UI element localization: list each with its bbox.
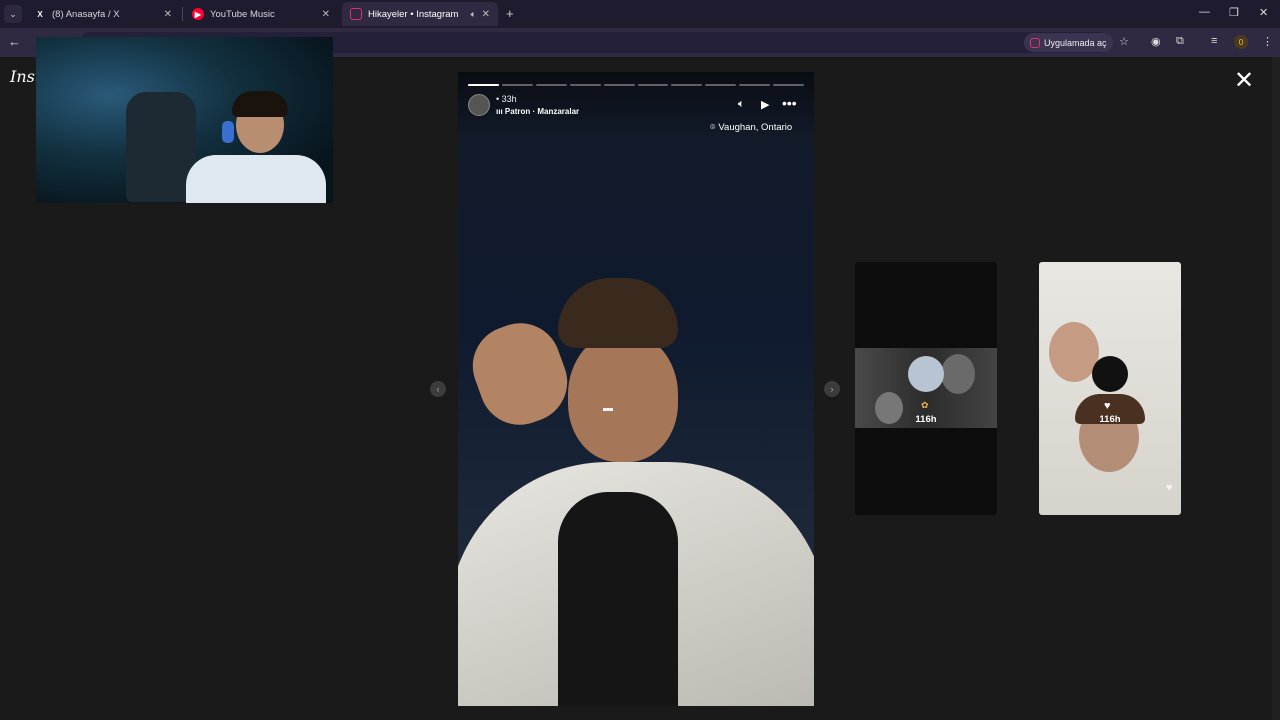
person-body <box>186 155 326 203</box>
story-author-avatar[interactable] <box>468 94 490 116</box>
close-icon[interactable]: ✕ <box>482 9 490 20</box>
x-logo-icon: X <box>37 9 43 19</box>
tab-separator <box>182 7 183 21</box>
preview-avatar <box>908 356 944 392</box>
bookmark-star-icon[interactable]: ☆ <box>1119 35 1129 48</box>
progress-segment <box>671 84 703 86</box>
restore-icon[interactable]: ❐ <box>1229 6 1239 19</box>
story-photo-shirt <box>558 492 678 706</box>
profile-badge[interactable]: 0 <box>1234 35 1248 49</box>
story-music[interactable]: ııı Patron · Manzaralar <box>496 107 579 116</box>
progress-fill <box>468 84 499 86</box>
person-hair <box>232 91 288 117</box>
menu-kebab-icon[interactable]: ⋮ <box>1262 35 1273 48</box>
heart-icon: ♥ <box>1104 400 1111 412</box>
youtube-music-icon: ▶ <box>192 8 204 20</box>
media-controls-icon[interactable]: ≡ <box>1211 35 1217 47</box>
story-time: • 33h <box>496 94 517 104</box>
progress-segment <box>603 84 635 86</box>
close-stories-icon[interactable]: ✕ <box>1234 69 1254 93</box>
story-photo-cigarette <box>603 408 613 411</box>
preview-face <box>941 354 975 394</box>
story-location[interactable]: ⌾ Vaughan, Ontario <box>710 122 792 133</box>
progress-segment <box>569 84 601 86</box>
tab-instagram[interactable]: Hikayeler • Instagram 🔈︎ ✕ <box>342 2 498 26</box>
tab-label: YouTube Music <box>210 8 275 20</box>
story-time-label: 33h <box>501 94 517 104</box>
tab-x[interactable]: X (8) Anasayfa / X ✕ <box>26 2 180 26</box>
back-arrow-icon[interactable]: ← <box>8 34 21 49</box>
open-in-app-label: Uygulamada aç <box>1044 37 1107 48</box>
open-in-app-button[interactable]: Uygulamada aç <box>1024 33 1113 52</box>
story-viewer[interactable]: • 33h ııı Patron · Manzaralar 🔈︎ ▶ ••• ⌾… <box>458 72 814 706</box>
verified-badge-icon: ✿ <box>921 400 929 410</box>
tab-label: Hikayeler • Instagram <box>368 8 459 20</box>
progress-segment <box>739 84 771 86</box>
incognito-icon[interactable]: ◉ <box>1151 35 1161 48</box>
minimize-icon[interactable]: — <box>1199 6 1210 18</box>
story-photo-face <box>568 332 678 462</box>
progress-segment <box>637 84 669 86</box>
story-progress-bar <box>468 84 805 86</box>
progress-segment <box>468 84 499 86</box>
tab-search-button[interactable]: ⌄ <box>4 5 22 23</box>
story-location-label: Vaughan, Ontario <box>718 122 793 133</box>
tab-youtube-music[interactable]: ▶ YouTube Music ✕ <box>184 2 338 26</box>
progress-segment <box>773 84 805 86</box>
story-music-label: Patron · Manzaralar <box>504 107 580 116</box>
close-icon[interactable]: ✕ <box>164 9 172 20</box>
story-preview-2[interactable]: ♥ 116h ♥ <box>1039 262 1181 515</box>
previous-story-arrow-icon[interactable]: ‹ <box>430 381 446 397</box>
tab-strip: ⌄ X (8) Anasayfa / X ✕ ▶ YouTube Music ✕… <box>0 0 1280 28</box>
tab-label: (8) Anasayfa / X <box>52 8 120 20</box>
scrollbar[interactable] <box>1272 57 1280 720</box>
speaker-icon[interactable]: 🔈︎ <box>471 9 476 20</box>
extensions-icon[interactable]: ⧉ <box>1176 35 1184 48</box>
instagram-icon <box>1030 37 1040 48</box>
like-heart-icon[interactable]: ♥ <box>1166 482 1173 494</box>
preview-label: 116h <box>1099 414 1121 425</box>
new-tab-button[interactable]: + <box>506 6 514 21</box>
instagram-icon <box>350 8 362 20</box>
story-preview-1[interactable]: ✿ 116h <box>855 262 997 515</box>
progress-segment <box>705 84 737 86</box>
location-pin-icon: ⌾ <box>710 122 716 132</box>
close-icon[interactable]: ✕ <box>322 9 330 20</box>
preview-avatar <box>1092 356 1128 392</box>
story-header: • 33h ııı Patron · Manzaralar 🔈︎ ▶ ••• <box>468 94 804 120</box>
preview-label: 116h <box>915 414 937 425</box>
play-icon[interactable]: ▶ <box>761 98 769 111</box>
close-window-icon[interactable]: ✕ <box>1259 6 1268 19</box>
more-options-icon[interactable]: ••• <box>782 95 797 111</box>
webcam-overlay <box>36 37 333 203</box>
music-bars-icon: ııı <box>496 107 503 116</box>
headset <box>222 121 234 143</box>
chevron-down-icon: ⌄ <box>9 8 17 19</box>
mute-speaker-icon[interactable]: 🔈︎ <box>738 98 745 111</box>
progress-segment <box>535 84 567 86</box>
next-story-arrow-icon[interactable]: › <box>824 381 840 397</box>
story-photo-hair <box>558 278 678 348</box>
progress-segment <box>501 84 533 86</box>
